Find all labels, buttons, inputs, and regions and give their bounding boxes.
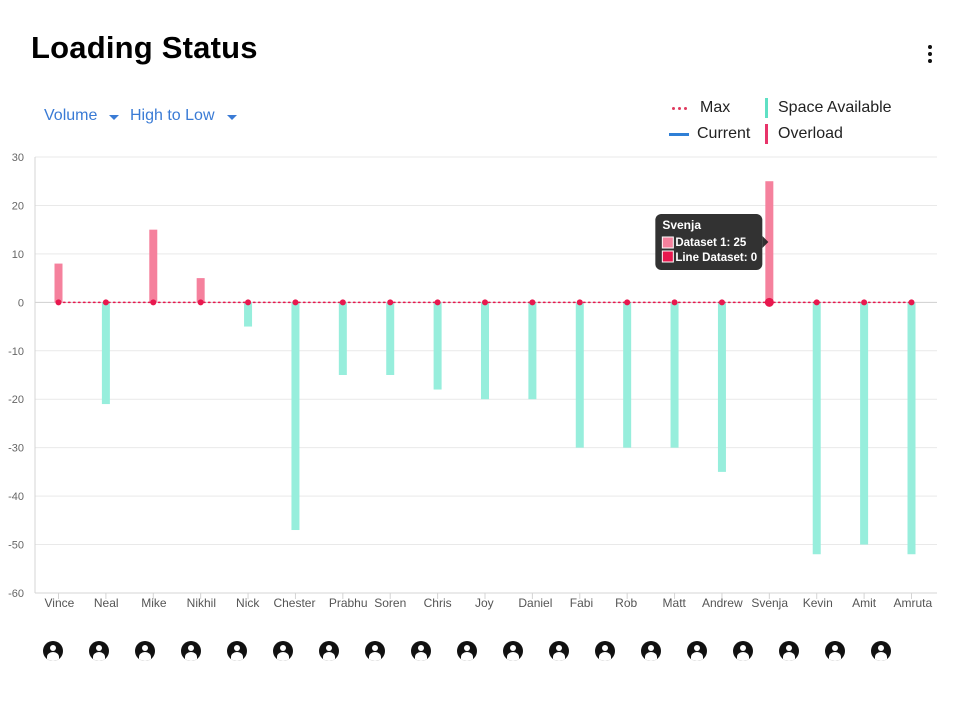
bar-prabhu bbox=[338, 302, 347, 375]
line-point bbox=[292, 299, 299, 306]
bar-joy bbox=[481, 302, 489, 400]
x-tick-label-amruta: Amruta bbox=[894, 596, 933, 610]
account-circle-icon[interactable] bbox=[273, 641, 293, 661]
account-circle-icon[interactable] bbox=[871, 641, 891, 661]
y-tick-label: 0 bbox=[18, 297, 24, 309]
y-tick-label: -30 bbox=[8, 443, 24, 455]
bar-rob bbox=[623, 302, 632, 448]
x-tick-label-vince: Vince bbox=[45, 596, 75, 610]
x-tick-label-chester: Chester bbox=[273, 596, 315, 610]
y-tick-label: 30 bbox=[12, 152, 24, 164]
line-point bbox=[245, 299, 252, 306]
x-tick-label-rob: Rob bbox=[615, 596, 637, 610]
tooltip-line-1: Dataset 1: 25 bbox=[675, 237, 747, 249]
line-point bbox=[197, 299, 204, 306]
line-point bbox=[434, 299, 441, 306]
bar-nick bbox=[244, 302, 253, 327]
x-tick-label-soren: Soren bbox=[374, 596, 406, 610]
x-tick-label-andrew: Andrew bbox=[702, 596, 743, 610]
x-tick-label-fabi: Fabi bbox=[570, 596, 593, 610]
bar-daniel bbox=[528, 302, 537, 400]
line-point bbox=[102, 299, 109, 306]
line-point bbox=[387, 299, 394, 306]
y-tick-label: -50 bbox=[8, 540, 24, 552]
account-circle-icon[interactable] bbox=[181, 641, 201, 661]
line-point bbox=[624, 299, 631, 306]
x-tick-label-chris: Chris bbox=[424, 596, 452, 610]
account-circle-icon[interactable] bbox=[227, 641, 247, 661]
bar-andrew bbox=[717, 302, 726, 472]
x-tick-label-prabhu: Prabhu bbox=[329, 596, 368, 610]
account-circle-icon[interactable] bbox=[457, 641, 477, 661]
bar-nikhil bbox=[196, 278, 205, 303]
x-tick-label-neal: Neal bbox=[94, 596, 119, 610]
x-tick-label-kevin: Kevin bbox=[803, 596, 833, 610]
avatar-row bbox=[0, 640, 953, 664]
line-point bbox=[861, 299, 868, 306]
bar-fabi bbox=[575, 302, 584, 448]
tooltip-swatch-bar bbox=[661, 236, 674, 249]
account-circle-icon[interactable] bbox=[135, 641, 155, 661]
y-tick-label: -40 bbox=[8, 491, 24, 503]
bar-soren bbox=[386, 302, 395, 375]
account-circle-icon[interactable] bbox=[411, 641, 431, 661]
bar-chris bbox=[433, 302, 442, 390]
account-circle-icon[interactable] bbox=[549, 641, 569, 661]
line-point bbox=[764, 297, 774, 307]
account-circle-icon[interactable] bbox=[733, 641, 753, 661]
x-tick-label-svenja: Svenja bbox=[751, 596, 788, 610]
loading-status-card: Loading Status Volume High to Low Max Cu… bbox=[0, 0, 953, 703]
bar-amruta bbox=[907, 302, 916, 555]
bar-amit bbox=[860, 302, 869, 545]
account-circle-icon[interactable] bbox=[319, 641, 339, 661]
line-point bbox=[482, 299, 488, 306]
x-tick-label-amit: Amit bbox=[852, 596, 877, 610]
line-point bbox=[671, 299, 678, 306]
line-point bbox=[718, 299, 725, 306]
line-point bbox=[150, 299, 157, 306]
account-circle-icon[interactable] bbox=[779, 641, 799, 661]
x-tick-label-nikhil: Nikhil bbox=[187, 596, 216, 610]
account-circle-icon[interactable] bbox=[43, 641, 63, 661]
line-point bbox=[529, 299, 536, 306]
y-tick-label: 10 bbox=[12, 249, 24, 261]
tooltip-swatch-line bbox=[661, 250, 674, 263]
x-tick-label-mike: Mike bbox=[141, 596, 167, 610]
account-circle-icon[interactable] bbox=[687, 641, 707, 661]
line-point bbox=[813, 299, 820, 306]
y-tick-label: -60 bbox=[8, 588, 24, 600]
account-circle-icon[interactable] bbox=[825, 641, 845, 661]
y-tick-label: -20 bbox=[8, 394, 24, 406]
bar-vince bbox=[54, 263, 63, 303]
loading-chart: 30 20 10 0 -10 -20 -30 -40 -50 -60 Vince Neal Mike Ni… bbox=[8, 152, 937, 610]
bar-neal bbox=[101, 302, 110, 405]
y-tick-label: 20 bbox=[12, 200, 24, 212]
line-point bbox=[908, 299, 915, 306]
account-circle-icon[interactable] bbox=[641, 641, 661, 661]
bar-chester bbox=[291, 302, 300, 531]
account-circle-icon[interactable] bbox=[89, 641, 109, 661]
bar-kevin bbox=[812, 302, 821, 555]
line-point bbox=[55, 299, 62, 306]
bar-matt bbox=[670, 302, 679, 448]
line-point bbox=[339, 299, 346, 306]
x-tick-label-daniel: Daniel bbox=[518, 596, 552, 610]
account-circle-icon[interactable] bbox=[503, 641, 523, 661]
account-circle-icon[interactable] bbox=[595, 641, 615, 661]
x-tick-label-matt: Matt bbox=[663, 596, 687, 610]
tooltip-line-2: Line Dataset: 0 bbox=[675, 252, 757, 264]
line-point bbox=[576, 299, 583, 306]
x-tick-label-nick: Nick bbox=[236, 596, 260, 610]
account-circle-icon[interactable] bbox=[365, 641, 385, 661]
tooltip-title: Svenja bbox=[662, 218, 701, 232]
x-tick-label-joy: Joy bbox=[475, 596, 494, 610]
bar-mike bbox=[149, 229, 158, 303]
y-tick-label: -10 bbox=[8, 346, 24, 358]
